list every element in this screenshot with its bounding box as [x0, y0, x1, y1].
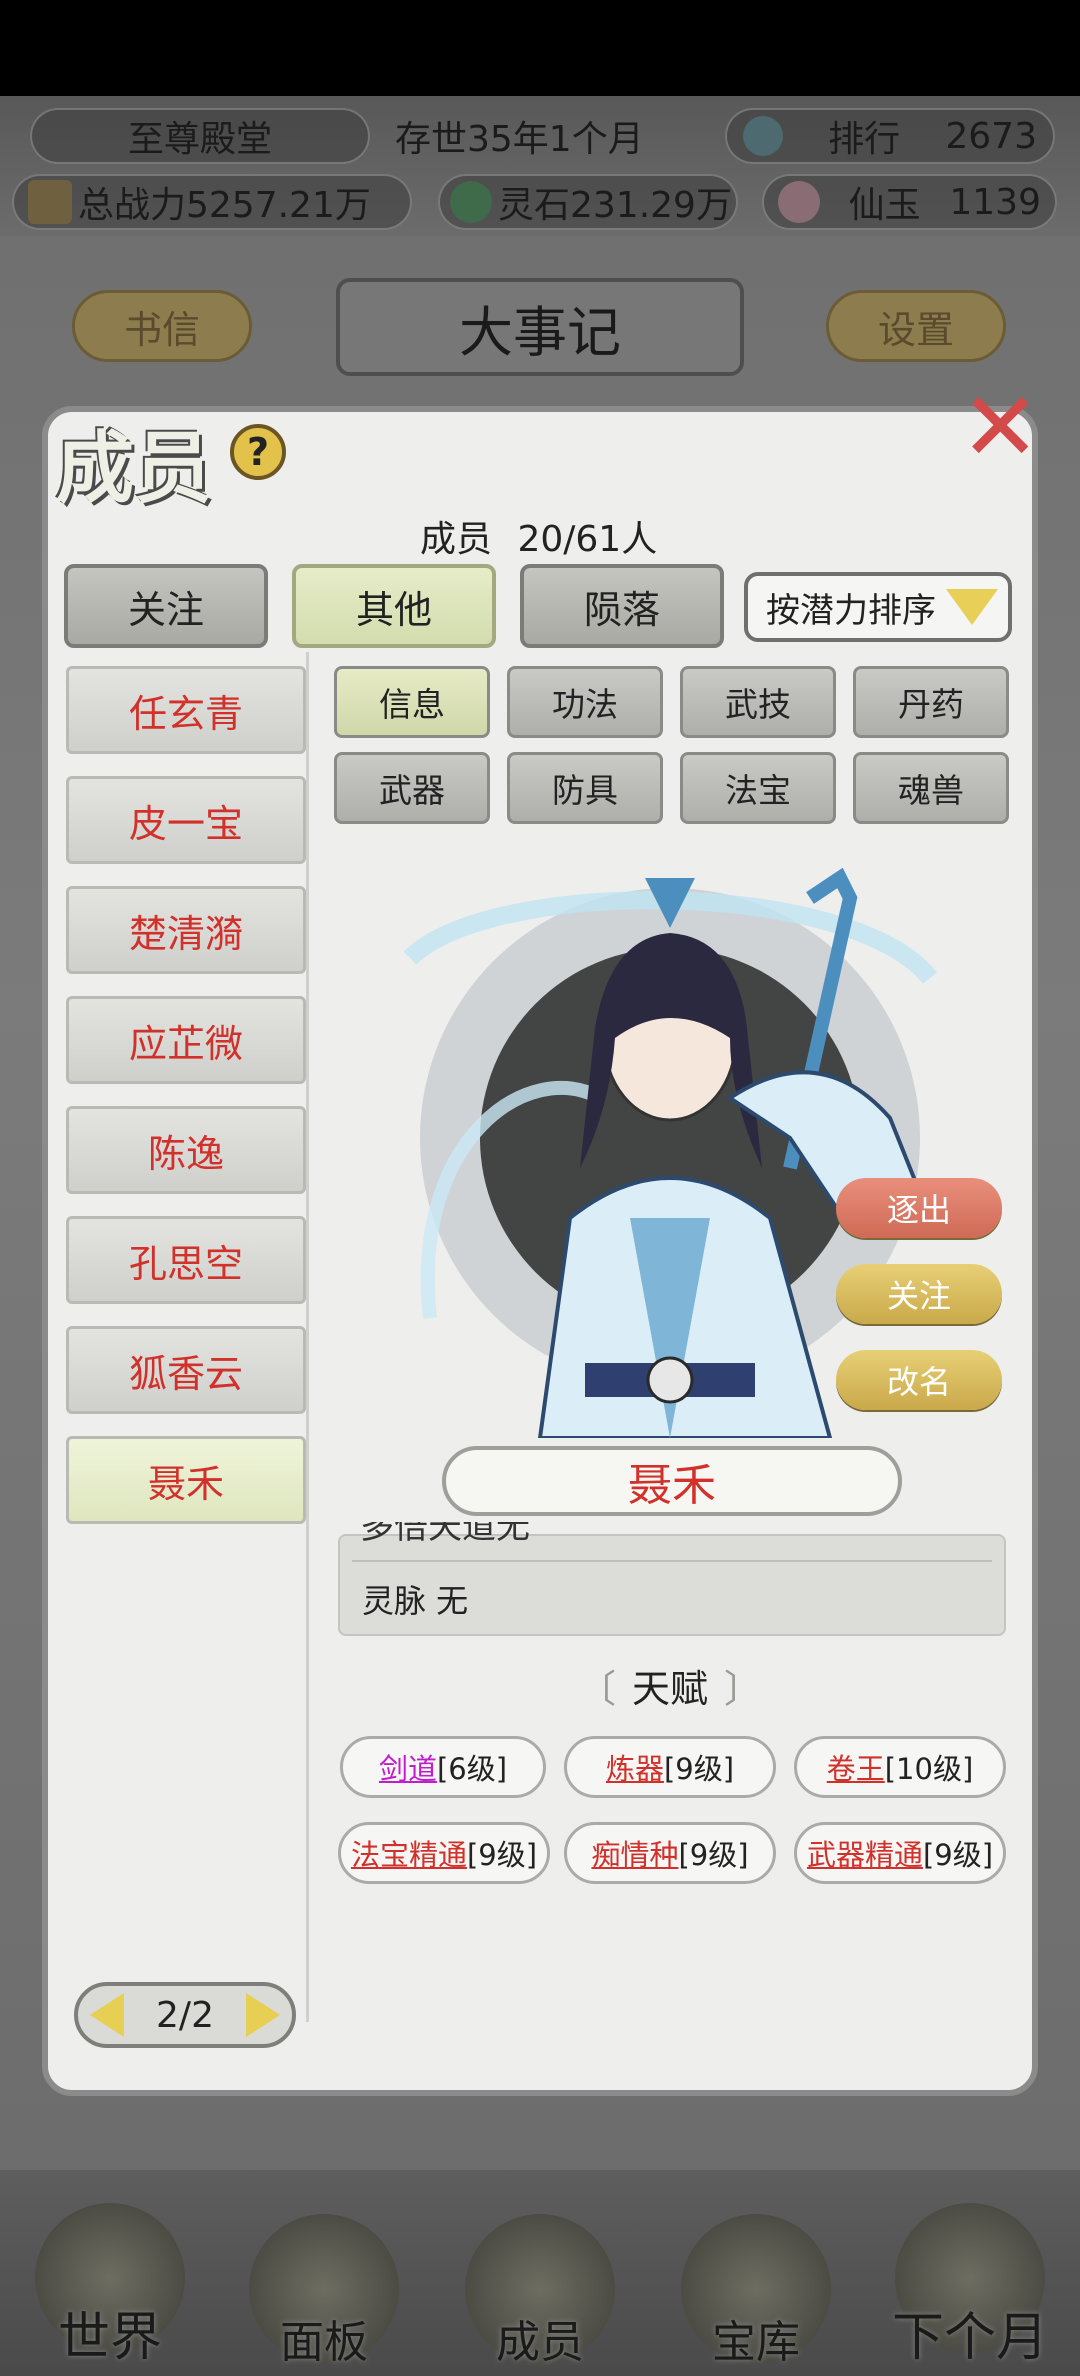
- power-value: 总战力5257.21万: [78, 185, 371, 226]
- follow-button[interactable]: 关注: [836, 1264, 1002, 1324]
- help-icon[interactable]: ?: [230, 424, 286, 480]
- subtab-info[interactable]: 信息: [334, 666, 490, 738]
- page-title: 大事记: [336, 278, 744, 376]
- spirit-vein-line: 灵脉 无: [362, 1582, 469, 1620]
- nav-panel[interactable]: 面板: [224, 2170, 424, 2370]
- member-item[interactable]: 楚清漪: [66, 886, 306, 974]
- talent-tag[interactable]: 剑道 [6级]: [340, 1736, 546, 1798]
- talent-tag[interactable]: 武器精通 [9级]: [794, 1822, 1006, 1884]
- sort-dropdown[interactable]: 按潜力排序: [744, 572, 1012, 642]
- spirit-stone-badge: 灵石231.29万: [438, 174, 738, 230]
- settings-button[interactable]: 设置: [826, 290, 1006, 362]
- talent-level: [9级]: [678, 1838, 749, 1872]
- talent-level: [9级]: [663, 1752, 735, 1786]
- subtab-armor[interactable]: 防具: [507, 752, 663, 824]
- info-divider: [352, 1560, 992, 1562]
- talent-level: [9级]: [466, 1838, 538, 1872]
- close-icon[interactable]: ✕: [960, 379, 1040, 475]
- jade-icon: [778, 181, 820, 223]
- nav-treasury[interactable]: 宝库: [656, 2170, 856, 2370]
- talent-name: 法宝精通: [350, 1838, 467, 1872]
- character-portrait: [403, 867, 938, 1438]
- talent-level: [6级]: [436, 1752, 508, 1786]
- power-icon: [28, 180, 72, 224]
- rank-label: 排行: [828, 119, 901, 160]
- nav-panel-label: 面板: [280, 2317, 368, 2368]
- member-item[interactable]: 孔思空: [66, 1216, 306, 1304]
- prev-page-icon[interactable]: [90, 1993, 124, 2037]
- tab-follow[interactable]: 关注: [64, 564, 268, 648]
- subtab-treasures[interactable]: 法宝: [680, 752, 836, 824]
- talent-tag[interactable]: 法宝精通 [9级]: [338, 1822, 550, 1884]
- jade-value: 1139: [949, 181, 1041, 223]
- scroll-left-ornament: 〔: [577, 1666, 616, 1711]
- member-item[interactable]: 狐香云: [66, 1326, 306, 1414]
- hall-label: 至尊殿堂: [127, 119, 272, 160]
- nav-next-month-label: 下个月: [891, 2308, 1048, 2368]
- rank-icon: [743, 116, 783, 156]
- age-label: 存世35年1个月: [395, 119, 644, 160]
- talent-tag[interactable]: 炼器 [9级]: [564, 1736, 776, 1798]
- info-line-cut-off: 多倍天道无: [360, 1522, 530, 1547]
- talent-name: 剑道: [378, 1752, 437, 1786]
- subtab-weapons[interactable]: 武器: [334, 752, 490, 824]
- power-badge: 总战力5257.21万: [12, 174, 412, 230]
- hall-badge: 至尊殿堂: [30, 108, 370, 164]
- talent-level: [9级]: [922, 1838, 994, 1872]
- next-page-icon[interactable]: [246, 1993, 280, 2037]
- letters-button[interactable]: 书信: [72, 290, 252, 362]
- pager: 2/2: [74, 1982, 296, 2048]
- nav-world[interactable]: 世界: [10, 2170, 210, 2370]
- subtab-martial-skills[interactable]: 武技: [680, 666, 836, 738]
- status-bar: [0, 0, 1080, 96]
- member-item[interactable]: 应芷微: [66, 996, 306, 1084]
- talent-name: 武器精通: [806, 1838, 923, 1872]
- member-count-label: 成员: [420, 519, 493, 560]
- chevron-down-icon: [946, 589, 998, 625]
- sort-label: 按潜力排序: [766, 590, 936, 631]
- member-item[interactable]: 皮一宝: [66, 776, 306, 864]
- talent-tag[interactable]: 卷王 [10级]: [794, 1736, 1006, 1798]
- panel-title: 成员: [56, 423, 213, 514]
- member-item[interactable]: 任玄青: [66, 666, 306, 754]
- spirit-stone-value: 灵石231.29万: [498, 185, 732, 226]
- nav-members[interactable]: 成员: [440, 2170, 640, 2370]
- talent-name: 痴情种: [591, 1838, 679, 1872]
- member-count-value: 20/61人: [517, 519, 658, 560]
- talent-name: 炼器: [605, 1752, 664, 1786]
- talent-tag[interactable]: 痴情种 [9级]: [564, 1822, 776, 1884]
- character-name: 聂禾: [442, 1446, 902, 1516]
- talent-name: 卷王: [826, 1752, 885, 1786]
- jade-label: 仙玉: [848, 185, 921, 226]
- spirit-stone-icon: [450, 181, 492, 223]
- member-count: 成员 20/61人: [420, 510, 657, 562]
- talent-heading: 〔 天赋 〕: [520, 1660, 820, 1711]
- scroll-right-ornament: 〕: [724, 1666, 763, 1711]
- rename-button[interactable]: 改名: [836, 1350, 1002, 1410]
- member-item-selected[interactable]: 聂禾: [66, 1436, 306, 1524]
- subtab-pills[interactable]: 丹药: [853, 666, 1009, 738]
- jade-badge: 仙玉 1139: [762, 174, 1057, 230]
- rank-badge[interactable]: 排行 2673: [725, 108, 1055, 164]
- member-item[interactable]: 陈逸: [66, 1106, 306, 1194]
- nav-next-month[interactable]: 下个月: [870, 2170, 1070, 2370]
- nav-members-label: 成员: [496, 2317, 584, 2368]
- talent-level: [10级]: [884, 1752, 974, 1786]
- subtab-soul-beasts[interactable]: 魂兽: [853, 752, 1009, 824]
- expel-button[interactable]: 逐出: [836, 1178, 1002, 1238]
- talent-heading-label: 天赋: [631, 1666, 708, 1711]
- tab-other[interactable]: 其他: [292, 564, 496, 648]
- tab-fallen[interactable]: 陨落: [520, 564, 724, 648]
- nav-world-label: 世界: [57, 2308, 162, 2368]
- page-indicator: 2/2: [156, 1994, 214, 2036]
- rank-value: 2673: [945, 115, 1037, 157]
- list-divider: [306, 652, 309, 2022]
- subtab-techniques[interactable]: 功法: [507, 666, 663, 738]
- nav-treasury-label: 宝库: [712, 2317, 800, 2368]
